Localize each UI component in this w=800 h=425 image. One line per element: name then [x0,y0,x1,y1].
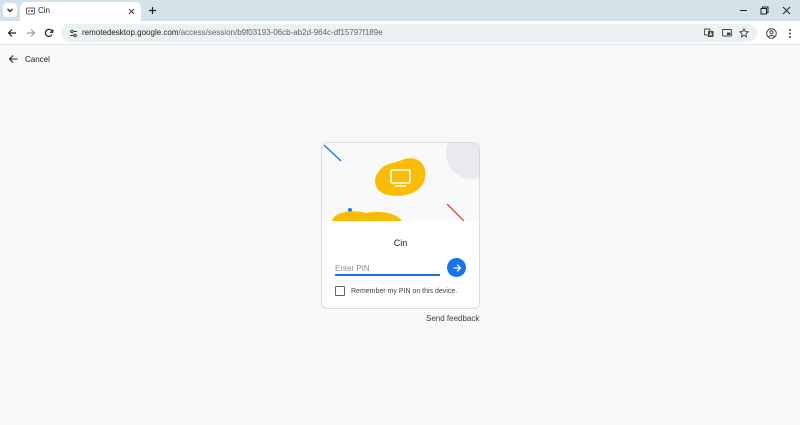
account-icon [765,27,777,39]
pin-input[interactable] [335,262,440,276]
arrow-left-icon [8,55,18,63]
site-info-button[interactable] [67,27,79,39]
remote-desktop-illustration [322,143,479,221]
menu-button[interactable] [783,26,797,40]
arrow-left-icon [7,29,16,37]
remote-desktop-favicon [26,7,35,15]
back-button[interactable] [5,26,19,40]
tune-icon [69,29,77,37]
cast-button[interactable] [721,27,733,39]
hero-illustration [322,143,479,221]
star-icon [739,28,749,38]
kebab-menu-icon [789,28,791,38]
close-icon [782,6,790,14]
arrow-right-icon [27,29,36,37]
tab-strip: Cin [0,0,800,21]
forward-button[interactable] [24,26,38,40]
remember-pin-label: Remember my PIN on this device. [351,287,458,295]
url-host: remotedesktop.google.com [82,28,179,37]
chevron-down-icon [7,8,13,13]
new-tab-button[interactable] [146,4,158,16]
translate-icon [704,28,714,37]
minimize-button[interactable] [736,4,750,16]
tab-search-button[interactable] [3,3,17,17]
remember-pin-row[interactable]: Remember my PIN on this device. [335,286,457,296]
translate-button[interactable] [703,27,715,39]
restore-button[interactable] [757,4,771,16]
remember-pin-checkbox[interactable] [335,286,345,296]
device-name: Cin [393,238,408,248]
send-feedback-link[interactable]: Send feedback [426,314,479,323]
close-window-button[interactable] [779,4,793,16]
cancel-link[interactable]: Cancel [8,53,50,65]
tab-close-button[interactable] [125,5,137,17]
profile-button[interactable] [764,26,778,40]
browser-toolbar: remotedesktop.google.com/access/session/… [0,21,800,45]
pin-card: Cin Remember my PIN on this device. [321,142,480,309]
cancel-label: Cancel [25,54,50,64]
bookmark-button[interactable] [738,27,750,39]
minimize-icon [739,9,747,11]
submit-pin-button[interactable] [447,258,466,277]
close-icon [128,8,134,14]
tab-title: Cin [38,6,51,15]
plus-icon [148,6,156,14]
reload-icon [44,28,54,37]
reload-button[interactable] [42,26,56,40]
url-path: /access/session/b9f03193-06cb-ab2d-964c-… [178,28,383,37]
url-text[interactable]: remotedesktop.google.com/access/session/… [82,28,383,37]
tab-active[interactable]: Cin [20,2,141,21]
restore-icon [760,6,768,14]
cast-icon [722,29,732,37]
address-bar[interactable]: remotedesktop.google.com/access/session/… [61,24,757,42]
arrow-right-icon [453,263,461,272]
